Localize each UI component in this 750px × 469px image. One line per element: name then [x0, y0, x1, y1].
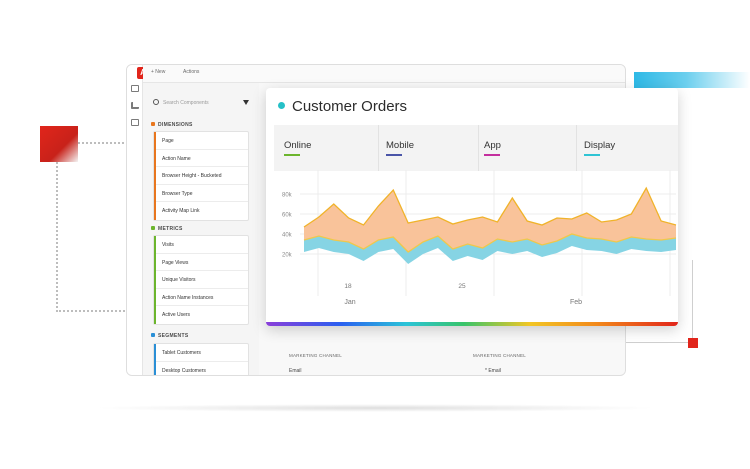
- section-header-dimensions[interactable]: DIMENSIONS: [151, 122, 193, 128]
- window-shadow: [92, 404, 658, 412]
- table-cell[interactable]: Email: [289, 368, 302, 374]
- segment-icon: [151, 333, 155, 337]
- decorative-dotted-line: [56, 162, 58, 312]
- dimensions-list: Page Action Name Browser Height - Bucket…: [153, 131, 249, 221]
- y-tick-label: 40k: [282, 233, 293, 239]
- filter-icon[interactable]: [243, 100, 249, 105]
- table-header: MARKETING CHANNEL: [289, 353, 342, 358]
- table-header: MARKETING CHANNEL: [473, 353, 526, 358]
- list-item[interactable]: Unique Visitors: [154, 271, 248, 289]
- legend-divider: [576, 125, 577, 171]
- rainbow-bar: [266, 322, 678, 326]
- y-tick-label: 20k: [282, 253, 293, 259]
- toolbar: + New Actions: [143, 65, 625, 83]
- chart-card: Customer Orders Online Mobile App Displa…: [266, 88, 678, 326]
- legend-item-mobile[interactable]: Mobile: [386, 140, 414, 156]
- decorative-line: [620, 342, 690, 343]
- list-item[interactable]: Desktop Customers: [154, 362, 248, 376]
- y-tick-label: 80k: [282, 193, 293, 199]
- legend-swatch: [484, 154, 500, 156]
- section-header-metrics[interactable]: METRICS: [151, 226, 183, 232]
- x-tick-label: 25: [458, 283, 466, 290]
- x-tick-label: 18: [344, 283, 352, 290]
- search-icon: [153, 99, 159, 105]
- x-month-label: Jan: [344, 299, 355, 306]
- decorative-red-dot: [688, 338, 698, 348]
- list-item[interactable]: Page: [154, 132, 248, 150]
- new-button[interactable]: + New: [151, 69, 165, 75]
- dimension-icon: [151, 122, 155, 126]
- y-tick-label: 60k: [282, 213, 293, 219]
- list-item[interactable]: Active Users: [154, 306, 248, 324]
- list-item[interactable]: Visits: [154, 236, 248, 254]
- area-chart: 20k 40k 60k 80k 18 25 Jan Feb: [282, 170, 677, 306]
- search-input[interactable]: Search Components: [151, 97, 249, 109]
- segments-list: Tablet Customers Desktop Customers: [153, 343, 249, 376]
- list-item[interactable]: Browser Height - Bucketed: [154, 167, 248, 185]
- calendar-icon[interactable]: [131, 85, 139, 92]
- table-cell[interactable]: * Email: [485, 368, 501, 374]
- decorative-line: [692, 260, 693, 340]
- legend-divider: [378, 125, 379, 171]
- left-rail: [127, 65, 143, 375]
- legend-item-online[interactable]: Online: [284, 140, 311, 156]
- section-header-segments[interactable]: SEGMENTS: [151, 333, 188, 339]
- decorative-cyan-bar: [634, 72, 750, 88]
- chart-icon[interactable]: [131, 102, 139, 109]
- search-placeholder: Search Components: [163, 100, 209, 106]
- legend-swatch: [386, 154, 402, 156]
- list-item[interactable]: Browser Type: [154, 185, 248, 202]
- legend-item-display[interactable]: Display: [584, 140, 615, 156]
- decorative-dotted-line: [56, 310, 128, 312]
- x-month-label: Feb: [570, 299, 582, 306]
- actions-button[interactable]: Actions: [183, 69, 199, 75]
- list-item[interactable]: Action Name: [154, 150, 248, 167]
- list-item[interactable]: Tablet Customers: [154, 344, 248, 362]
- decorative-red-square: [40, 126, 78, 162]
- metrics-list: Visits Page Views Unique Visitors Action…: [153, 235, 249, 325]
- legend-item-app[interactable]: App: [484, 140, 501, 156]
- decorative-dotted-line: [78, 142, 128, 144]
- list-item[interactable]: Activity Map Link: [154, 202, 248, 220]
- components-panel: Search Components DIMENSIONS Page Action…: [145, 83, 257, 376]
- chart-legend: Online Mobile App Display: [274, 125, 678, 171]
- panel-icon[interactable]: [131, 119, 139, 126]
- list-item[interactable]: Action Name Instances: [154, 289, 248, 306]
- legend-divider: [478, 125, 479, 171]
- chart-title: Customer Orders: [292, 98, 408, 115]
- metric-icon: [151, 226, 155, 230]
- legend-swatch: [584, 154, 600, 156]
- legend-swatch: [284, 154, 300, 156]
- list-item[interactable]: Page Views: [154, 254, 248, 271]
- status-dot: [278, 102, 285, 109]
